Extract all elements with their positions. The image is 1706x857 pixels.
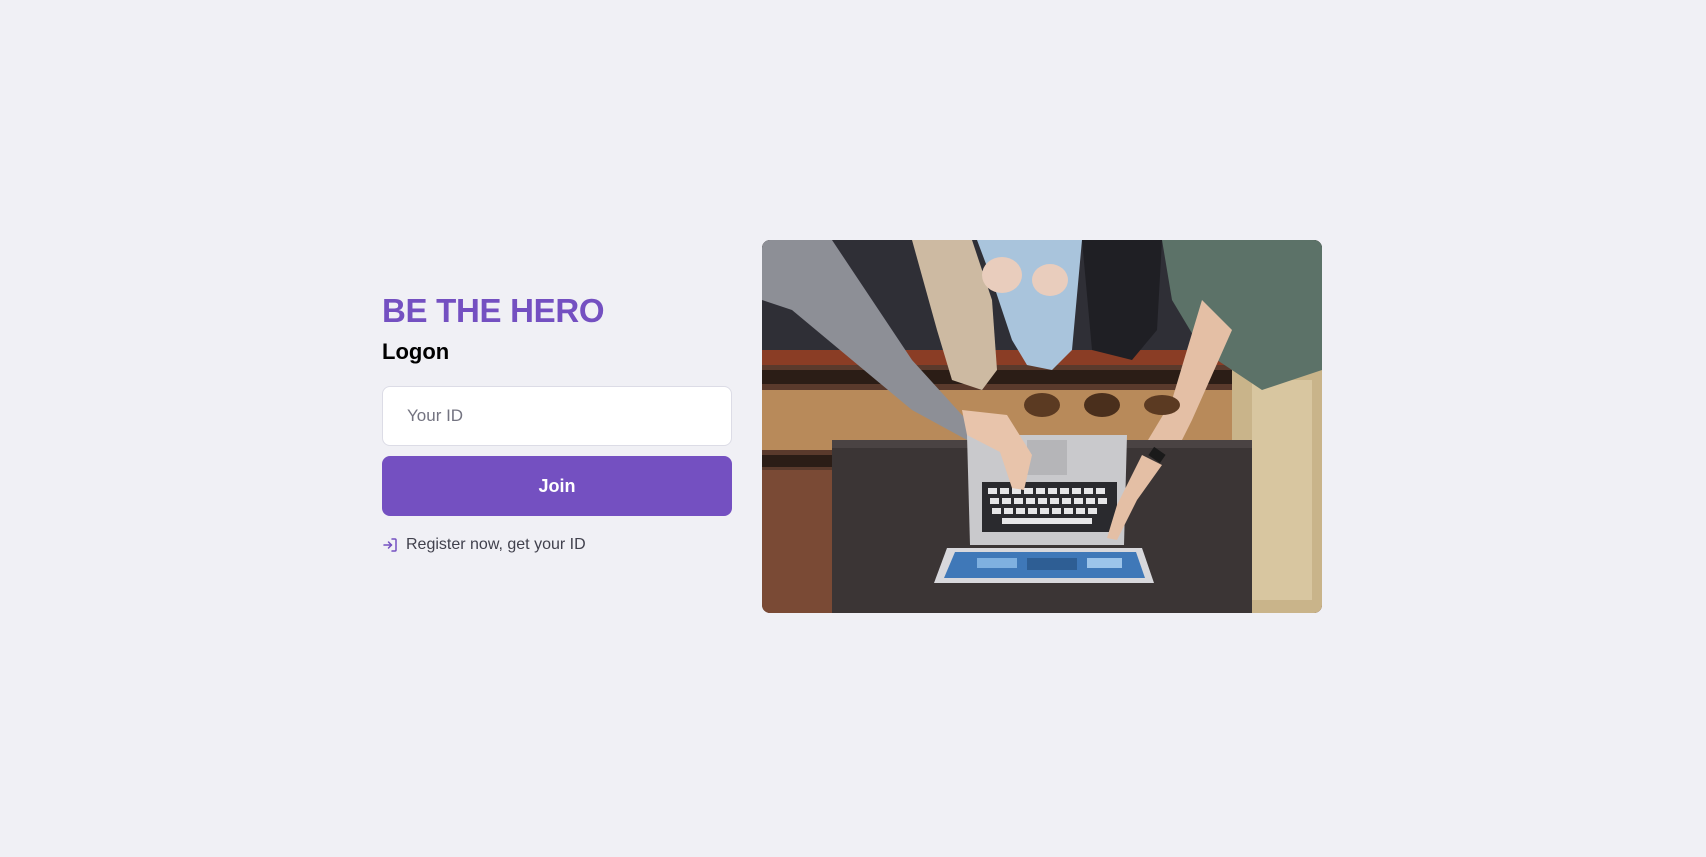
id-input[interactable] — [382, 386, 732, 446]
brand-logo-text: BE THE HERO — [382, 292, 605, 329]
log-in-icon — [382, 537, 398, 553]
join-button[interactable]: Join — [382, 456, 732, 516]
logon-heading: Logon — [382, 339, 450, 364]
register-link-label: Register now, get your ID — [406, 536, 586, 553]
hero-image — [762, 240, 1322, 613]
logon-page: BE THE HERO Logon Join Register now, get… — [0, 0, 1706, 857]
logon-form-section: BE THE HERO Logon Join Register now, get… — [382, 290, 732, 554]
people-using-laptop-photo — [762, 240, 1322, 613]
register-link[interactable]: Register now, get your ID — [382, 536, 586, 554]
